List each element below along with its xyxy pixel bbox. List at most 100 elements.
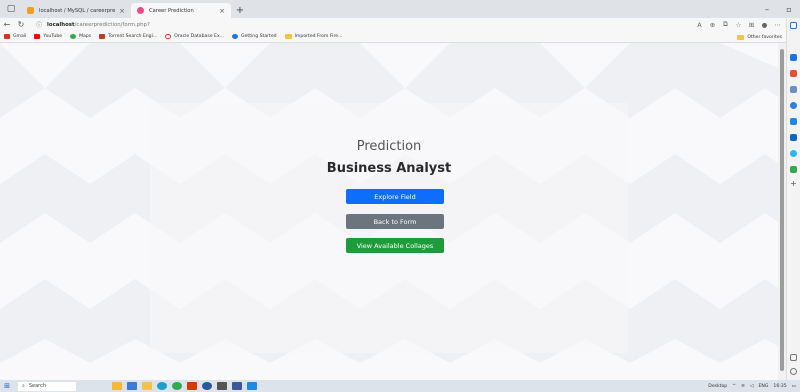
other-favorites-label: Other favorites — [747, 34, 782, 40]
tools-icon[interactable] — [790, 86, 797, 93]
app-icon[interactable] — [202, 382, 212, 390]
file-explorer-icon[interactable] — [142, 382, 152, 390]
volume-icon[interactable]: ◁ — [750, 384, 754, 389]
app-icon[interactable] — [232, 382, 242, 390]
favorite-label: Imported From Fire... — [294, 34, 343, 39]
close-tab-icon[interactable]: × — [119, 7, 125, 15]
settings-icon[interactable] — [790, 368, 797, 375]
page-content: Prediction Business Analyst Explore Fiel… — [0, 43, 778, 380]
oracle-icon — [165, 34, 172, 39]
telegram-icon[interactable] — [790, 150, 797, 157]
chrome-icon[interactable] — [172, 382, 182, 390]
search-icon: ⌕ — [22, 383, 25, 389]
url-host: localhost — [47, 21, 75, 28]
view-colleges-button[interactable]: View Available Collages — [346, 238, 444, 253]
refresh-icon[interactable]: ↻ — [14, 20, 28, 29]
favorite-youtube[interactable]: YouTube — [34, 34, 62, 39]
notification-icon[interactable]: ▭ — [792, 384, 796, 389]
drive-icon[interactable] — [790, 166, 797, 173]
prediction-heading: Prediction — [356, 139, 422, 154]
read-aloud-icon[interactable]: A — [693, 21, 706, 29]
favorite-label: Maps — [79, 34, 92, 39]
favorite-label: Getting Started — [241, 34, 277, 39]
windows-start-icon[interactable]: ⊞ — [0, 382, 14, 390]
scrollbar-thumb[interactable] — [780, 49, 784, 371]
back-icon[interactable]: ← — [0, 20, 14, 29]
favorite-gmail[interactable]: Gmail — [4, 34, 26, 39]
search-icon[interactable] — [790, 22, 797, 29]
browser-toolbar: A ⊕ ⧉ ☆ ⊞ ● ⋯ — [693, 18, 784, 31]
edge-icon[interactable] — [157, 382, 167, 390]
prediction-result: Business Analyst — [326, 161, 452, 176]
profile-icon[interactable]: ● — [758, 21, 771, 29]
favorite-star-icon[interactable]: ☆ — [732, 21, 745, 29]
add-icon[interactable]: + — [790, 180, 797, 188]
torrent-icon — [99, 34, 106, 39]
extensions-icon[interactable]: ⧉ — [719, 20, 732, 29]
collections-icon[interactable]: ⊞ — [745, 21, 758, 29]
gmail-icon — [4, 34, 10, 39]
outlook-icon[interactable] — [790, 134, 797, 141]
explore-field-button[interactable]: Explore Field — [346, 189, 444, 204]
folder-icon — [284, 34, 292, 39]
new-tab-button[interactable]: + — [233, 3, 247, 17]
favorites-bar: Gmail YouTube Maps Torrent Search Engi..… — [0, 31, 800, 43]
favorite-label: YouTube — [43, 34, 63, 39]
desktop-label[interactable]: Desktop — [708, 384, 727, 389]
phpmyadmin-icon — [27, 7, 34, 14]
app-icon[interactable] — [217, 382, 227, 390]
weather-app-icon[interactable] — [112, 382, 122, 390]
site-favicon-icon — [137, 7, 144, 14]
url-path: /careerprediction/form.php? — [74, 21, 150, 28]
close-tab-icon[interactable]: × — [219, 7, 225, 15]
favorite-maps[interactable]: Maps — [70, 34, 91, 39]
page-scrollbar[interactable] — [778, 43, 786, 380]
address-bar-row: ← ↻ ⓘ localhost /careerprediction/form.p… — [0, 18, 800, 31]
games-icon[interactable] — [790, 102, 797, 109]
favorite-oracle[interactable]: Oracle Database Ex... — [165, 34, 224, 39]
chevron-background — [0, 43, 778, 380]
taskbar-apps — [112, 382, 262, 390]
favorite-label: Gmail — [13, 34, 27, 39]
more-menu-icon[interactable]: ⋯ — [771, 21, 784, 29]
favorite-imported-folder[interactable]: Imported From Fire... — [284, 34, 343, 39]
folder-icon — [737, 34, 745, 40]
tab-title: localhost / MySQL / careerpredic — [39, 7, 116, 14]
network-icon[interactable]: ≋ — [741, 384, 745, 389]
minimize-icon[interactable]: – — [756, 0, 778, 18]
lang-label[interactable]: ENG — [759, 384, 769, 389]
favorite-label: Torrent Search Engi... — [108, 34, 158, 39]
window-controls: – ▫ — [756, 0, 800, 18]
browser-sidebar: + — [786, 18, 800, 380]
favorite-torrent[interactable]: Torrent Search Engi... — [99, 34, 157, 39]
url-field[interactable]: ⓘ localhost /careerprediction/form.php? — [36, 20, 150, 30]
youtube-icon — [34, 34, 41, 39]
app-icon[interactable] — [247, 382, 257, 390]
office-app-icon[interactable] — [187, 382, 197, 390]
favorite-label: Oracle Database Ex... — [174, 34, 225, 39]
chevron-up-icon[interactable]: ^ — [732, 384, 736, 389]
tab-strip: ▢ localhost / MySQL / careerpredic × Car… — [0, 0, 800, 18]
favorite-getting-started[interactable]: Getting Started — [232, 34, 277, 39]
info-icon[interactable]: ⓘ — [36, 20, 42, 29]
taskbar-search[interactable]: ⌕ Search — [18, 381, 76, 391]
tab-career-prediction[interactable]: Career Prediction × — [131, 3, 231, 18]
tab-title: Career Prediction — [149, 7, 194, 14]
maps-icon — [70, 34, 77, 39]
firefox-icon — [232, 34, 239, 39]
tab-actions-icon[interactable]: ▢ — [3, 1, 19, 17]
task-view-icon[interactable] — [127, 382, 137, 390]
restore-icon[interactable]: ▫ — [778, 0, 800, 18]
discover-icon[interactable] — [790, 54, 797, 61]
search-placeholder: Search — [28, 383, 46, 389]
back-to-form-button[interactable]: Back to Form — [346, 214, 444, 229]
zoom-icon[interactable]: ⊕ — [706, 21, 719, 29]
layout-icon[interactable] — [790, 354, 797, 361]
office-icon[interactable] — [790, 118, 797, 125]
clock-label[interactable]: 16:35 — [773, 384, 786, 389]
shopping-icon[interactable] — [790, 70, 797, 77]
other-favorites[interactable]: Other favorites — [737, 31, 782, 43]
system-tray: Desktop ^ ≋ ◁ ENG 16:35 ▭ — [703, 380, 796, 392]
tab-phpmyadmin[interactable]: localhost / MySQL / careerpredic × — [21, 3, 131, 18]
windows-taskbar: ⊞ ⌕ Search Desktop ^ ≋ ◁ ENG 16:35 ▭ — [0, 380, 800, 392]
